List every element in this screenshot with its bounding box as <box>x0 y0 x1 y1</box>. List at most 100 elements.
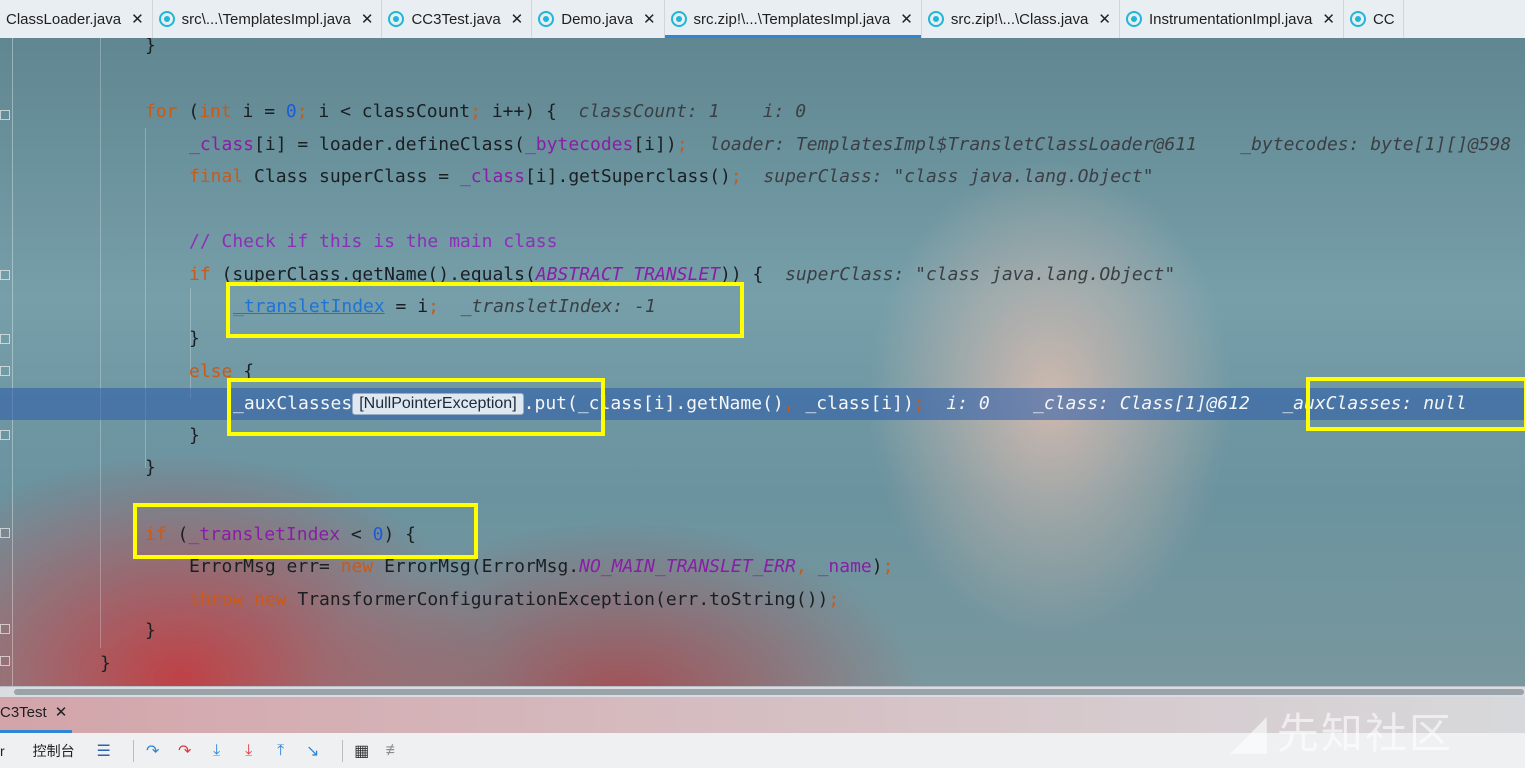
fold-marker-icon[interactable] <box>0 270 10 280</box>
run-to-cursor-icon[interactable]: ↘ <box>302 740 324 762</box>
code-text: [i]) <box>633 134 677 155</box>
step-out-icon[interactable]: ⤒ <box>270 740 292 762</box>
close-icon[interactable]: ✕ <box>361 10 374 28</box>
code-line[interactable]: } <box>100 650 111 678</box>
code-editor[interactable]: } for (int i = 0; i < classCount; i++) {… <box>0 38 1525 686</box>
close-icon[interactable]: ✕ <box>900 10 913 28</box>
semicolon: ; <box>470 101 481 122</box>
editor-tab-label: src.zip!\...\Class.java <box>950 10 1089 28</box>
code-text: [i] = loader.defineClass( <box>254 134 525 155</box>
menu-icon[interactable]: ☰ <box>93 740 115 762</box>
code-line[interactable]: throw new TransformerConfigurationExcept… <box>189 586 839 614</box>
code-brace: } <box>145 457 156 478</box>
step-over-icon[interactable]: ↷ <box>142 740 164 762</box>
editor-tab[interactable]: CC <box>1344 0 1404 38</box>
editor-tab[interactable]: src.zip!\...\TemplatesImpl.java ✕ <box>664 0 922 38</box>
code-line[interactable]: } <box>189 325 200 353</box>
keyword: int <box>199 101 232 122</box>
editor-tab[interactable]: src.zip!\...\Class.java ✕ <box>922 0 1120 38</box>
code-line[interactable]: // Check if this is the main class <box>189 228 557 256</box>
highlight-box-aux-classes <box>227 378 605 436</box>
java-class-icon <box>927 11 944 27</box>
toolbar-separator <box>341 739 343 762</box>
keyword: for <box>145 101 178 122</box>
editor-tab[interactable]: InstrumentationImpl.java ✕ <box>1120 0 1344 38</box>
debugger-tab-label[interactable]: r <box>0 743 5 759</box>
close-icon[interactable]: ✕ <box>131 10 144 28</box>
fold-marker-icon[interactable] <box>0 334 10 344</box>
step-into-icon[interactable]: ⤓ <box>206 740 228 762</box>
code-text: ) <box>871 556 883 577</box>
inline-debug-value: loader: TemplatesImpl$TransletClassLoade… <box>709 134 1512 155</box>
watermark-text: 先知社区 <box>1276 709 1453 758</box>
code-line[interactable]: } <box>145 38 156 60</box>
fold-marker-icon[interactable] <box>0 110 10 120</box>
code-line[interactable]: } <box>145 454 156 482</box>
trace-icon[interactable]: ≢ <box>383 740 405 762</box>
inline-debug-value: classCount: 1 i: 0 <box>578 101 807 122</box>
code-text: Class superClass = <box>243 166 460 187</box>
semicolon: ; <box>296 101 308 122</box>
close-icon[interactable]: ✕ <box>511 10 524 28</box>
editor-tab-label: src\...\TemplatesImpl.java <box>181 10 351 28</box>
code-line[interactable]: _class[i] = loader.defineClass(_bytecode… <box>189 131 1511 159</box>
editor-tab[interactable]: src\...\TemplatesImpl.java ✕ <box>153 0 383 38</box>
force-step-into-icon[interactable]: ⤓ <box>238 740 260 762</box>
watermark-logo-icon: ◢ <box>1230 704 1269 760</box>
inline-debug-value: superClass: "class java.lang.Object" <box>785 264 1176 285</box>
code-line[interactable]: } <box>189 422 200 450</box>
debug-session-tab[interactable]: C3Test ✕ <box>0 703 67 721</box>
inline-debug-value: i: 0 _class: Class[1]@612 <box>946 393 1250 414</box>
code-text: i < classCount <box>307 101 471 122</box>
editor-tab-bar: ClassLoader.java ✕ src\...\TemplatesImpl.j… <box>0 0 1525 39</box>
close-icon[interactable]: ✕ <box>1098 10 1111 28</box>
code-brace: } <box>100 653 111 674</box>
editor-tab[interactable]: ClassLoader.java ✕ <box>0 0 153 38</box>
fold-marker-icon[interactable] <box>0 366 10 376</box>
horizontal-scrollbar[interactable] <box>0 686 1525 697</box>
close-icon[interactable]: ✕ <box>1322 10 1335 28</box>
keyword: throw <box>189 589 244 610</box>
code-line[interactable]: for (int i = 0; i < classCount; i++) { c… <box>145 98 806 126</box>
keyword: final <box>189 166 244 187</box>
close-icon[interactable]: ✕ <box>55 704 68 721</box>
code-line[interactable]: final Class superClass = _class[i].getSu… <box>189 163 1154 191</box>
fold-marker-icon[interactable] <box>0 430 10 440</box>
field-name: _class <box>805 393 871 414</box>
code-text: TransformerConfigurationException(err.to… <box>286 589 829 610</box>
semicolon: ; <box>676 134 688 155</box>
fold-marker-icon[interactable] <box>0 528 10 538</box>
code-brace: } <box>189 328 200 349</box>
close-icon[interactable]: ✕ <box>643 10 656 28</box>
editor-tab[interactable]: CC3Test.java ✕ <box>382 0 533 38</box>
code-brace: } <box>189 425 200 446</box>
watermark: ◢ 先知社区 <box>1230 700 1453 761</box>
code-line[interactable]: } <box>145 617 156 645</box>
code-text: [i].getSuperclass() <box>524 166 731 187</box>
editor-tab-label: InstrumentationImpl.java <box>1148 10 1313 28</box>
force-step-over-icon[interactable]: ↷ <box>174 740 196 762</box>
scrollbar-thumb[interactable] <box>14 689 1524 695</box>
evaluate-expression-icon[interactable]: ▦ <box>351 740 373 762</box>
comma: , <box>783 393 795 414</box>
code-brace: } <box>145 620 156 641</box>
code-text: ( <box>177 101 200 122</box>
constant-name: NO_MAIN_TRANSLET_ERR <box>579 556 796 577</box>
field-name: _name <box>817 556 872 577</box>
semicolon: ; <box>828 589 840 610</box>
console-tab-label[interactable]: 控制台 <box>33 741 75 761</box>
fold-marker-icon[interactable] <box>0 656 10 666</box>
toolbar-separator <box>132 739 134 762</box>
indent-guide <box>100 38 101 648</box>
fold-marker-icon[interactable] <box>0 624 10 634</box>
gutter-border <box>12 38 13 686</box>
editor-tab[interactable]: Demo.java ✕ <box>532 0 665 38</box>
semicolon: ; <box>913 393 925 414</box>
debug-session-label: C3Test <box>0 704 47 721</box>
field-name: _class <box>459 166 525 187</box>
code-brace: } <box>145 38 156 56</box>
editor-tab-label: CC3Test.java <box>411 10 501 28</box>
java-class-icon <box>1349 11 1366 27</box>
